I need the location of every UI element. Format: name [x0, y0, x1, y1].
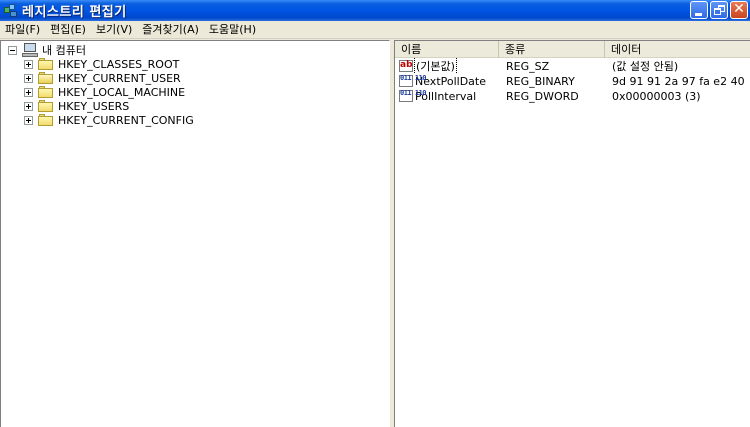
tree-item-hkey-classes-root[interactable]: HKEY_CLASSES_ROOT — [24, 57, 179, 71]
column-header-name[interactable]: 이름 — [395, 41, 499, 58]
tree-item-label: HKEY_CURRENT_USER — [58, 71, 181, 85]
column-header-type[interactable]: 종류 — [499, 41, 605, 58]
tree-item-hkey-local-machine[interactable]: HKEY_LOCAL_MACHINE — [24, 85, 185, 99]
expand-toggle[interactable] — [24, 73, 33, 83]
binary-value-icon: 011 110 — [399, 75, 427, 87]
collapse-toggle[interactable] — [8, 45, 17, 55]
string-value-icon: ab — [399, 60, 413, 72]
folder-icon — [38, 58, 54, 70]
minimize-icon — [695, 13, 702, 16]
value-type: REG_DWORD — [506, 89, 579, 103]
close-button[interactable]: ✕ — [730, 1, 748, 19]
computer-icon — [22, 43, 38, 57]
binary-value-icon: 011 110 — [399, 90, 427, 102]
column-header-data[interactable]: 데이터 — [605, 41, 750, 58]
folder-icon — [38, 100, 54, 112]
menu-file[interactable]: 파일(F) — [0, 21, 45, 39]
expand-toggle[interactable] — [24, 87, 33, 97]
value-data: 9d 91 91 2a 97 fa e2 40 — [612, 74, 745, 88]
key-tree-pane[interactable]: 내 컴퓨터 HKEY_CLASSES_ROOT HKEY_CURRENT_USE… — [0, 40, 390, 427]
value-row[interactable]: 011 110 NextPollDate REG_BINARY 9d 91 91… — [395, 74, 750, 88]
expand-toggle[interactable] — [24, 101, 33, 111]
menu-bar: 파일(F) 편집(E) 보기(V) 즐겨찾기(A) 도움말(H) — [0, 21, 750, 39]
value-type: REG_BINARY — [506, 74, 575, 88]
value-data: (값 설정 안됨) — [612, 60, 679, 73]
menu-help[interactable]: 도움말(H) — [204, 21, 261, 39]
tree-item-label: HKEY_CURRENT_CONFIG — [58, 113, 194, 127]
menu-favorites[interactable]: 즐겨찾기(A) — [137, 21, 204, 39]
tree-item-label: 내 컴퓨터 — [42, 44, 86, 57]
expand-toggle[interactable] — [24, 115, 33, 125]
value-row[interactable]: 011 110 PollInterval REG_DWORD 0x0000000… — [395, 89, 750, 103]
value-name: (기본값) — [414, 58, 457, 74]
close-icon: ✕ — [733, 1, 745, 17]
tree-item-label: HKEY_LOCAL_MACHINE — [58, 85, 186, 99]
list-header: 이름 종류 데이터 — [395, 41, 750, 58]
window-title: 레지스트리 편집기 — [22, 5, 127, 20]
open-folder-icon — [38, 72, 54, 84]
main-area: 내 컴퓨터 HKEY_CLASSES_ROOT HKEY_CURRENT_USE… — [0, 40, 750, 427]
value-type: REG_SZ — [506, 59, 550, 73]
minimize-button[interactable] — [690, 1, 708, 19]
tree-item-my-computer[interactable]: 내 컴퓨터 — [8, 43, 86, 57]
menu-view[interactable]: 보기(V) — [91, 21, 137, 39]
tree-item-label: HKEY_USERS — [58, 99, 130, 113]
value-row[interactable]: ab (기본값) REG_SZ (값 설정 안됨) — [395, 58, 750, 74]
tree-item-hkey-users[interactable]: HKEY_USERS — [24, 99, 129, 113]
tree-item-hkey-current-user[interactable]: HKEY_CURRENT_USER — [24, 71, 181, 85]
folder-icon — [38, 114, 54, 126]
registry-editor-icon — [4, 3, 18, 18]
value-list-pane[interactable]: 이름 종류 데이터 ab (기본값) REG_SZ (값 설정 안됨) 011 … — [394, 40, 750, 427]
tree-item-hkey-current-config[interactable]: HKEY_CURRENT_CONFIG — [24, 113, 194, 127]
folder-icon — [38, 86, 54, 98]
maximize-button[interactable] — [710, 1, 728, 19]
expand-toggle[interactable] — [24, 59, 33, 69]
title-bar[interactable]: 레지스트리 편집기 ✕ — [0, 0, 750, 21]
restore-icon-front — [714, 8, 721, 15]
value-data: 0x00000003 (3) — [612, 89, 701, 103]
tree-item-label: HKEY_CLASSES_ROOT — [58, 57, 180, 71]
menu-edit[interactable]: 편집(E) — [45, 21, 91, 39]
